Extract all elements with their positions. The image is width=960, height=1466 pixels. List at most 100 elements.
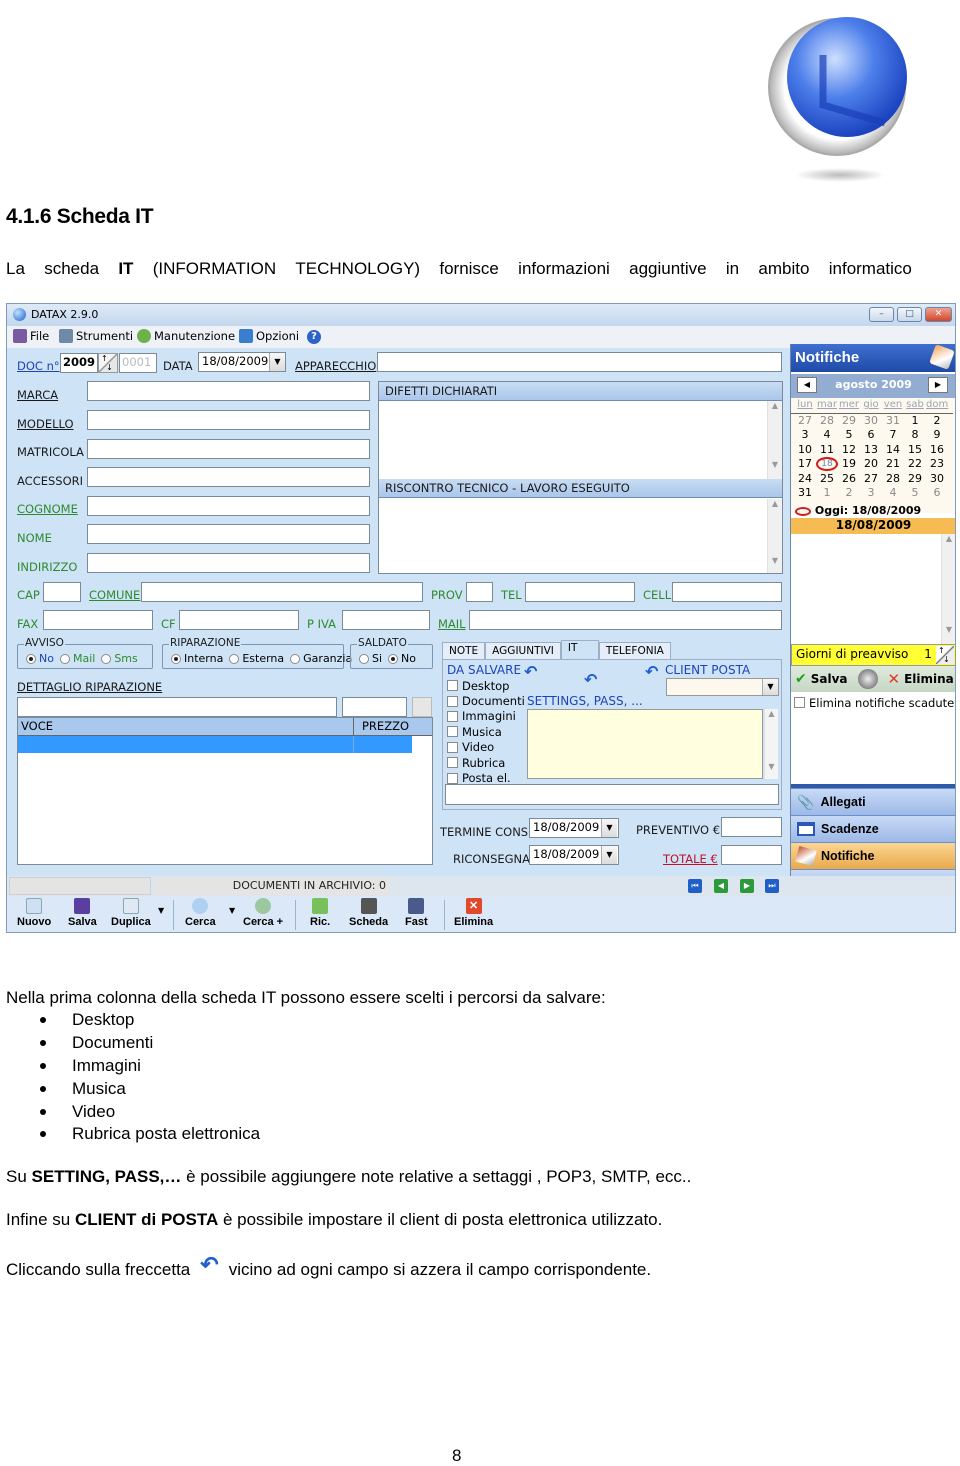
comune-field[interactable]: [141, 582, 423, 602]
toolbar-cerca-plus[interactable]: Cerca +: [243, 898, 283, 928]
avviso-sms-radio[interactable]: Sms: [101, 652, 138, 665]
doc-number-field[interactable]: 0001: [119, 353, 157, 373]
cell-field[interactable]: [672, 582, 782, 602]
col-voce[interactable]: VOCE: [18, 718, 354, 735]
calendar-day[interactable]: 6: [926, 486, 948, 501]
modello-field[interactable]: [87, 410, 370, 430]
calendar-day[interactable]: 31: [882, 414, 904, 429]
reset-da-salvare-icon[interactable]: ↶: [524, 662, 537, 681]
prezzo-input[interactable]: [342, 697, 407, 717]
calendar-day[interactable]: 16: [926, 443, 948, 458]
notifiche-list[interactable]: ▲ ▼: [791, 534, 955, 644]
apparecchio-label[interactable]: APPARECCHIO: [295, 359, 376, 373]
calendar-day[interactable]: 28: [816, 414, 838, 429]
table-row[interactable]: [18, 736, 412, 753]
calendar-day[interactable]: 1: [904, 414, 926, 429]
col-prezzo[interactable]: PREZZO: [354, 718, 412, 735]
prov-field[interactable]: [466, 582, 493, 602]
notification-pen-icon[interactable]: [929, 344, 955, 370]
calendar-day[interactable]: 21: [882, 457, 904, 472]
nav-allegati[interactable]: 📎 Allegati: [791, 788, 955, 815]
calendar-day[interactable]: 3: [860, 486, 882, 501]
matricola-field[interactable]: [87, 439, 370, 459]
calendar-day[interactable]: 23: [926, 457, 948, 472]
calendar-day[interactable]: 24: [794, 472, 816, 487]
calendar-day[interactable]: 27: [860, 472, 882, 487]
cf-field[interactable]: [179, 610, 299, 630]
saldato-si-radio[interactable]: Si: [359, 652, 382, 665]
toolbar-salva[interactable]: Salva: [68, 898, 97, 928]
avviso-mail-radio[interactable]: Mail: [59, 652, 95, 665]
last-record-button[interactable]: ⏭: [765, 879, 779, 893]
calendar-day[interactable]: 2: [926, 414, 948, 429]
preventivo-field[interactable]: [721, 817, 782, 837]
calendar-day[interactable]: 2: [838, 486, 860, 501]
doc-year-stepper[interactable]: ↑ ↓: [98, 353, 118, 373]
notifiche-elimina-button[interactable]: Elimina: [904, 672, 954, 686]
tel-field[interactable]: [525, 582, 635, 602]
calendar-day[interactable]: 13: [860, 443, 882, 458]
apparecchio-field[interactable]: [377, 352, 782, 372]
difetti-scrollbar[interactable]: ▲ ▼: [767, 401, 782, 479]
toolbar-fast[interactable]: Fast: [405, 898, 428, 928]
marca-field[interactable]: [87, 381, 370, 401]
checkbox-immagini[interactable]: Immagini: [447, 709, 525, 724]
calendar-day[interactable]: 31: [794, 486, 816, 501]
menu-manutenzione[interactable]: Manutenzione: [137, 329, 235, 343]
data-dropdown-arrow[interactable]: ▼: [269, 353, 285, 371]
maximize-button[interactable]: □: [897, 307, 922, 322]
minimize-button[interactable]: –: [869, 307, 894, 322]
settings-pass-textarea[interactable]: [527, 709, 763, 779]
menu-opzioni[interactable]: Opzioni: [239, 329, 299, 343]
calendar-day[interactable]: 10: [794, 443, 816, 458]
modello-label[interactable]: MODELLO: [17, 417, 74, 431]
calendar-day[interactable]: 19: [838, 457, 860, 472]
next-month-button[interactable]: ▶: [928, 377, 948, 393]
checkbox-video[interactable]: Video: [447, 740, 525, 755]
calendar-day[interactable]: 22: [904, 457, 926, 472]
today-link[interactable]: Oggi: 18/08/2009: [795, 504, 921, 517]
nav-scadenze[interactable]: Scadenze: [791, 815, 955, 842]
calendar-day[interactable]: 29: [904, 472, 926, 487]
comune-label[interactable]: COMUNE: [89, 588, 140, 602]
client-posta-dropdown-arrow[interactable]: ▼: [762, 679, 778, 695]
doc-number-label[interactable]: DOC n°: [17, 359, 60, 373]
calendar-day[interactable]: 28: [882, 472, 904, 487]
reset-settings-icon[interactable]: ↶: [584, 670, 597, 689]
riscontro-textarea[interactable]: [379, 499, 767, 573]
difetti-textarea[interactable]: [379, 401, 767, 479]
checkbox-documenti[interactable]: Documenti: [447, 693, 525, 708]
first-record-button[interactable]: ⏮: [688, 879, 702, 893]
add-row-button[interactable]: [412, 697, 432, 717]
voce-input[interactable]: [17, 697, 337, 717]
it-notes-field[interactable]: [445, 784, 779, 805]
menu-strumenti[interactable]: Strumenti: [59, 329, 133, 343]
totale-label[interactable]: TOTALE €: [663, 852, 718, 866]
calendar-day[interactable]: 25: [816, 472, 838, 487]
termine-cons-dropdown-arrow[interactable]: ▼: [601, 819, 617, 837]
calendar-day[interactable]: 30: [926, 472, 948, 487]
toolbar-cerca[interactable]: Cerca: [185, 898, 216, 928]
speaker-icon[interactable]: [857, 669, 878, 689]
dettaglio-label[interactable]: DETTAGLIO RIPARAZIONE: [17, 680, 162, 694]
calendar-day[interactable]: 27: [794, 414, 816, 429]
notifiche-salva-button[interactable]: Salva: [811, 672, 848, 686]
calendar-day[interactable]: 7: [882, 428, 904, 443]
calendar-day[interactable]: 15: [904, 443, 926, 458]
calendar-day[interactable]: 29: [838, 414, 860, 429]
calendar-day[interactable]: 4: [816, 428, 838, 443]
calendar-day[interactable]: 5: [904, 486, 926, 501]
saldato-no-radio[interactable]: No: [388, 652, 416, 665]
prev-record-button[interactable]: ◀: [714, 879, 728, 893]
calendar-day[interactable]: 4: [882, 486, 904, 501]
toolbar-nuovo[interactable]: Nuovo: [17, 898, 51, 928]
close-button[interactable]: ✕: [925, 307, 952, 322]
mail-field[interactable]: [469, 610, 782, 630]
calendar-day[interactable]: 1: [816, 486, 838, 501]
elimina-scadute-checkbox[interactable]: Elimina notifiche scadute: [794, 695, 954, 710]
calendar-day[interactable]: 8: [904, 428, 926, 443]
cerca-dropdown-icon[interactable]: ▼: [229, 906, 235, 915]
mail-label[interactable]: MAIL: [438, 617, 466, 631]
help-icon[interactable]: ?: [307, 330, 321, 344]
cognome-label[interactable]: COGNOME: [17, 502, 78, 516]
